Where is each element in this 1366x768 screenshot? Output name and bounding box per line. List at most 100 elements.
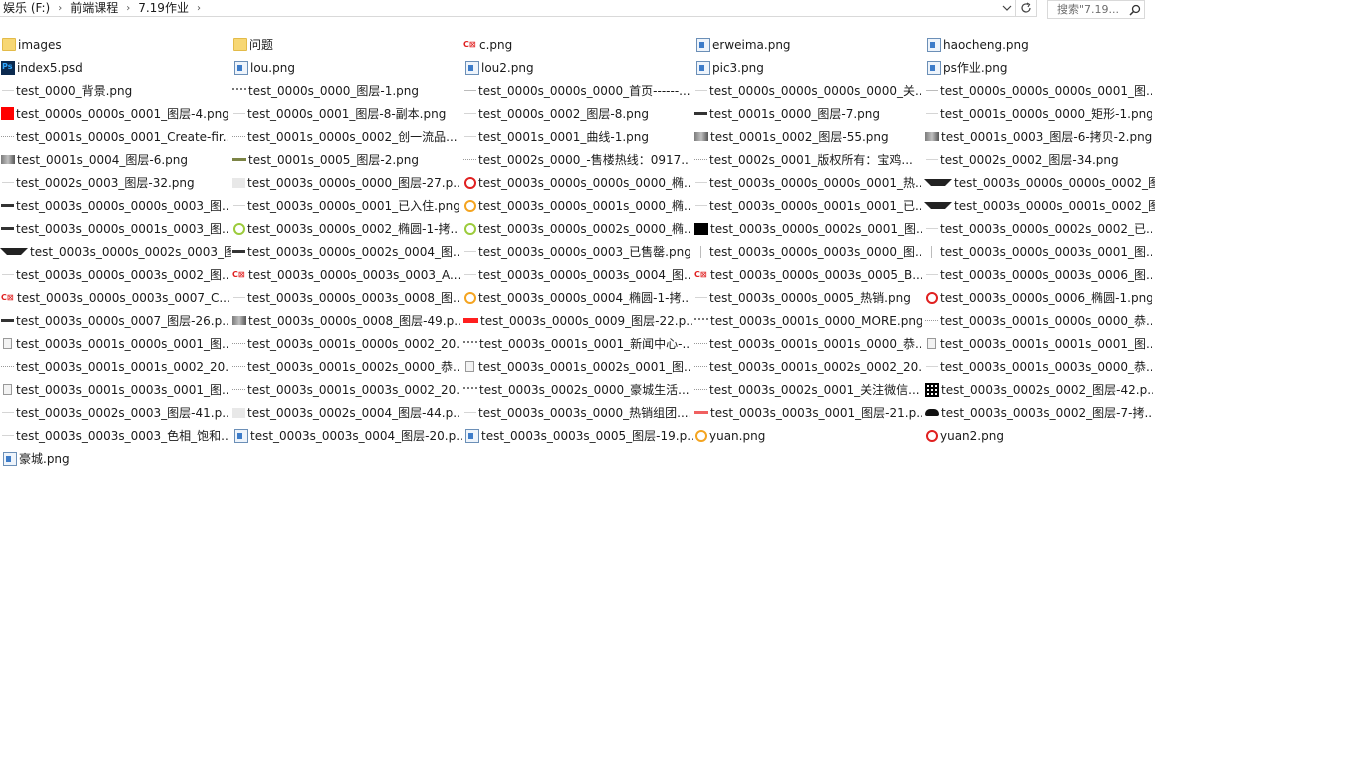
file-item[interactable]: test_0003s_0000s_0002s_0003_图... (0, 240, 231, 263)
file-item[interactable]: test_0001s_0000s_0000_矩形-1.png (924, 102, 1155, 125)
file-item[interactable]: test_0001s_0003_图层-6-拷贝-2.png (924, 125, 1155, 148)
breadcrumb-separator-icon[interactable]: › (192, 3, 206, 14)
file-item[interactable]: test_0003s_0000s_0004_椭圆-1-拷... (462, 286, 693, 309)
file-item[interactable]: haocheng.png (924, 33, 1155, 56)
breadcrumb-folder-course[interactable]: 前端课程 (67, 0, 121, 16)
file-item[interactable]: test_0003s_0000s_0001s_0003_图... (0, 217, 231, 240)
breadcrumb-separator-icon[interactable]: › (53, 3, 67, 14)
chevron-down-icon[interactable] (999, 0, 1016, 16)
file-item[interactable]: test_0003s_0001s_0000s_0002_20... (231, 332, 462, 355)
file-item[interactable]: test_0003s_0002s_0001_关注微信... (693, 378, 924, 401)
file-item[interactable]: test_0003s_0000s_0001s_0002_图... (924, 194, 1155, 217)
file-item[interactable]: test_0003s_0000s_0003s_0008_图... (231, 286, 462, 309)
file-item[interactable]: test_0003s_0000s_0001s_0000_椭... (462, 194, 693, 217)
file-item[interactable]: test_0003s_0000s_0006_椭圆-1.png (924, 286, 1155, 309)
file-item[interactable]: test_0003s_0000s_0000s_0001_热... (693, 171, 924, 194)
file-item[interactable]: test_0001s_0004_图层-6.png (0, 148, 231, 171)
file-item[interactable]: test_0000s_0000s_0000s_0000_关... (693, 79, 924, 102)
file-item[interactable]: test_0003s_0001s_0001s_0000_恭... (693, 332, 924, 355)
file-item[interactable]: test_0003s_0000s_0003s_0007_C... (0, 286, 231, 309)
file-item[interactable]: ps作业.png (924, 56, 1155, 79)
file-item[interactable]: test_0003s_0001s_0002s_0002_20... (693, 355, 924, 378)
file-item[interactable]: erweima.png (693, 33, 924, 56)
file-item[interactable]: test_0003s_0000s_0003s_0006_图... (924, 263, 1155, 286)
file-item[interactable]: test_0001s_0000s_0002_创一流品... (231, 125, 462, 148)
file-item[interactable]: 豪城.png (0, 447, 231, 470)
file-item[interactable]: test_0001s_0001_曲线-1.png (462, 125, 693, 148)
file-item[interactable]: index5.psd (0, 56, 231, 79)
file-item[interactable]: test_0003s_0000s_0002s_0004_图... (231, 240, 462, 263)
file-item[interactable]: test_0003s_0002s_0002_图层-42.p... (924, 378, 1155, 401)
file-item[interactable]: test_0003s_0000s_0007_图层-26.p... (0, 309, 231, 332)
file-item[interactable]: test_0003s_0000s_0003s_0001_图... (924, 240, 1155, 263)
file-item[interactable]: test_0003s_0000s_0002s_0002_已... (924, 217, 1155, 240)
search-box[interactable] (1047, 0, 1145, 19)
file-item[interactable]: yuan.png (693, 424, 924, 447)
file-item[interactable]: 问题 (231, 33, 462, 56)
file-item[interactable]: test_0003s_0003s_0000_热销组团.... (462, 401, 693, 424)
file-item[interactable]: test_0003s_0000s_0008_图层-49.p... (231, 309, 462, 332)
file-item[interactable]: test_0002s_0001_版权所有：宝鸡... (693, 148, 924, 171)
address-bar[interactable]: 娱乐 (F:) › 前端课程 › 7.19作业 › (0, 0, 1037, 17)
file-item[interactable]: test_0003s_0001s_0000s_0000_恭... (924, 309, 1155, 332)
file-item[interactable]: test_0003s_0001s_0001s_0001_图... (924, 332, 1155, 355)
file-item[interactable]: test_0003s_0001s_0003s_0000_恭... (924, 355, 1155, 378)
file-item[interactable]: test_0003s_0002s_0003_图层-41.p... (0, 401, 231, 424)
file-item[interactable]: test_0003s_0000s_0000_图层-27.p... (231, 171, 462, 194)
file-item[interactable]: test_0003s_0000s_0003_已售罄.png (462, 240, 693, 263)
file-item[interactable]: test_0003s_0000s_0001s_0001_已... (693, 194, 924, 217)
file-item[interactable]: lou.png (231, 56, 462, 79)
file-item[interactable]: test_0000_背景.png (0, 79, 231, 102)
file-item[interactable]: test_0003s_0000s_0003s_0004_图... (462, 263, 693, 286)
file-item[interactable]: test_0003s_0001s_0001_新闻中心-... (462, 332, 693, 355)
file-item[interactable]: pic3.png (693, 56, 924, 79)
file-item[interactable]: test_0000s_0000s_0000s_0001_图... (924, 79, 1155, 102)
file-item[interactable]: test_0000s_0002_图层-8.png (462, 102, 693, 125)
file-item[interactable]: test_0003s_0002s_0004_图层-44.p... (231, 401, 462, 424)
file-item[interactable]: test_0003s_0001s_0001s_0002_20... (0, 355, 231, 378)
file-item[interactable]: test_0003s_0003s_0004_图层-20.p... (231, 424, 462, 447)
file-item[interactable]: test_0002s_0002_图层-34.png (924, 148, 1155, 171)
file-item[interactable]: test_0003s_0000s_0002s_0000_椭... (462, 217, 693, 240)
file-item[interactable]: test_0000s_0000s_0001_图层-4.png (0, 102, 231, 125)
file-item[interactable]: lou2.png (462, 56, 693, 79)
search-icon[interactable] (1127, 2, 1143, 18)
file-item[interactable]: test_0003s_0000s_0002s_0001_图... (693, 217, 924, 240)
file-item[interactable]: test_0003s_0001s_0000_MORE.png (693, 309, 924, 332)
file-item[interactable]: test_0003s_0000s_0005_热销.png (693, 286, 924, 309)
file-item[interactable]: test_0003s_0000s_0003s_0000_图... (693, 240, 924, 263)
file-item[interactable]: test_0003s_0000s_0000s_0003_图... (0, 194, 231, 217)
file-item[interactable]: test_0002s_0003_图层-32.png (0, 171, 231, 194)
file-item[interactable]: test_0003s_0000s_0002_椭圆-1-拷... (231, 217, 462, 240)
file-item[interactable]: test_0002s_0000_-售楼热线：0917... (462, 148, 693, 171)
file-item[interactable]: test_0003s_0003s_0001_图层-21.p... (693, 401, 924, 424)
file-item[interactable]: test_0003s_0002s_0000_豪城生活... (462, 378, 693, 401)
file-item[interactable]: test_0003s_0001s_0003s_0002_20... (231, 378, 462, 401)
breadcrumb-drive[interactable]: 娱乐 (F:) (0, 0, 53, 16)
file-item[interactable]: test_0003s_0001s_0002s_0000_恭... (231, 355, 462, 378)
search-input[interactable] (1057, 3, 1127, 16)
file-item[interactable]: test_0003s_0003s_0002_图层-7-拷... (924, 401, 1155, 424)
file-item[interactable]: test_0000s_0000s_0000_首页------... (462, 79, 693, 102)
file-item[interactable]: test_0003s_0001s_0003s_0001_图... (0, 378, 231, 401)
file-item[interactable]: test_0003s_0003s_0003_色相_饱和... (0, 424, 231, 447)
file-item[interactable]: test_0003s_0001s_0002s_0001_图... (462, 355, 693, 378)
file-item[interactable]: test_0003s_0000s_0001_已入住.png (231, 194, 462, 217)
file-item[interactable]: test_0003s_0000s_0000s_0002_图... (924, 171, 1155, 194)
file-item[interactable]: test_0003s_0000s_0003s_0002_图... (0, 263, 231, 286)
refresh-icon[interactable] (1016, 0, 1036, 16)
file-item[interactable]: test_0003s_0000s_0009_图层-22.p... (462, 309, 693, 332)
file-item[interactable]: test_0003s_0000s_0003s_0005_B... (693, 263, 924, 286)
file-item[interactable]: yuan2.png (924, 424, 1155, 447)
file-item[interactable]: test_0003s_0003s_0005_图层-19.p... (462, 424, 693, 447)
file-item[interactable]: test_0003s_0001s_0000s_0001_图... (0, 332, 231, 355)
file-item[interactable]: test_0001s_0000_图层-7.png (693, 102, 924, 125)
breadcrumb-folder-homework[interactable]: 7.19作业 (135, 0, 192, 16)
file-item[interactable]: test_0001s_0002_图层-55.png (693, 125, 924, 148)
file-item[interactable]: test_0000s_0000_图层-1.png (231, 79, 462, 102)
file-item[interactable]: test_0000s_0001_图层-8-副本.png (231, 102, 462, 125)
file-item[interactable]: test_0001s_0000s_0001_Create-fir... (0, 125, 231, 148)
file-item[interactable]: images (0, 33, 231, 56)
file-item[interactable]: c.png (462, 33, 693, 56)
breadcrumb-separator-icon[interactable]: › (121, 3, 135, 14)
